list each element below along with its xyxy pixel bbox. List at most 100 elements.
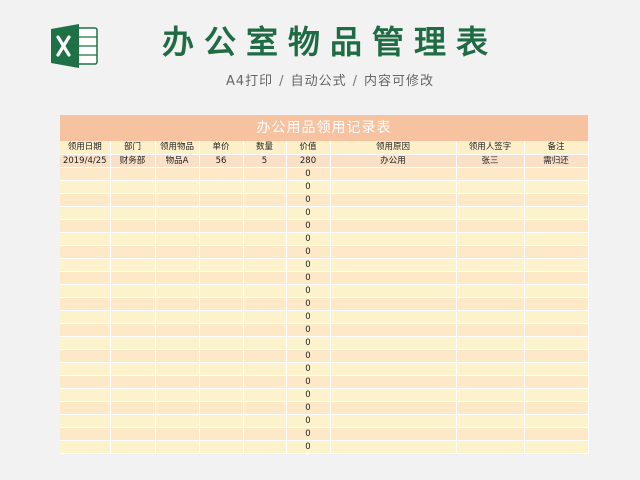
table-cell[interactable] [199, 232, 244, 246]
table-cell[interactable] [456, 310, 525, 324]
table-cell[interactable] [155, 297, 200, 311]
table-cell[interactable] [524, 219, 589, 233]
table-cell[interactable] [155, 388, 200, 402]
table-cell[interactable] [330, 284, 457, 298]
table-cell[interactable] [330, 336, 457, 350]
column-header[interactable]: 领用原因 [330, 141, 457, 155]
table-cell[interactable] [456, 297, 525, 311]
table-cell[interactable] [199, 427, 244, 441]
table-cell[interactable] [110, 232, 156, 246]
table-cell[interactable] [456, 180, 525, 194]
table-cell[interactable] [456, 427, 525, 441]
table-cell[interactable] [456, 193, 525, 207]
table-cell[interactable] [60, 362, 111, 376]
table-cell[interactable] [330, 297, 457, 311]
table-cell[interactable] [60, 297, 111, 311]
table-cell[interactable] [330, 349, 457, 363]
table-cell[interactable] [60, 349, 111, 363]
table-cell[interactable]: 0 [286, 336, 331, 350]
table-cell[interactable] [155, 427, 200, 441]
table-cell[interactable] [524, 323, 589, 337]
column-header[interactable]: 数量 [243, 141, 287, 155]
table-cell[interactable] [110, 310, 156, 324]
table-cell[interactable]: 0 [286, 388, 331, 402]
table-cell[interactable] [60, 167, 111, 181]
table-cell[interactable] [199, 388, 244, 402]
table-cell[interactable]: 0 [286, 245, 331, 259]
table-cell[interactable]: 0 [286, 349, 331, 363]
table-cell[interactable] [199, 349, 244, 363]
table-cell[interactable] [243, 440, 287, 454]
table-cell[interactable] [243, 180, 287, 194]
table-cell[interactable] [524, 427, 589, 441]
table-cell[interactable] [456, 388, 525, 402]
table-cell[interactable] [199, 440, 244, 454]
table-cell[interactable] [199, 414, 244, 428]
table-cell[interactable] [456, 167, 525, 181]
table-cell[interactable] [110, 284, 156, 298]
column-header[interactable]: 价值 [286, 141, 331, 155]
table-cell[interactable] [60, 193, 111, 207]
table-cell[interactable] [456, 349, 525, 363]
column-header[interactable]: 领用日期 [60, 141, 111, 155]
table-cell[interactable] [456, 206, 525, 220]
table-cell[interactable] [155, 375, 200, 389]
table-cell[interactable] [155, 258, 200, 272]
table-cell[interactable] [330, 375, 457, 389]
table-cell[interactable] [199, 219, 244, 233]
table-cell[interactable] [60, 258, 111, 272]
table-cell[interactable] [60, 336, 111, 350]
column-header[interactable]: 备注 [524, 141, 589, 155]
table-cell[interactable] [524, 310, 589, 324]
table-cell[interactable]: 0 [286, 219, 331, 233]
table-cell[interactable]: 物品A [155, 154, 200, 168]
table-cell[interactable] [199, 323, 244, 337]
table-cell[interactable]: 0 [286, 206, 331, 220]
table-cell[interactable] [110, 375, 156, 389]
table-cell[interactable] [330, 271, 457, 285]
table-cell[interactable]: 0 [286, 440, 331, 454]
table-cell[interactable] [155, 414, 200, 428]
table-cell[interactable] [456, 284, 525, 298]
table-cell[interactable]: 56 [199, 154, 244, 168]
table-cell[interactable]: 0 [286, 310, 331, 324]
table-cell[interactable] [243, 323, 287, 337]
table-cell[interactable] [243, 297, 287, 311]
table-cell[interactable] [199, 375, 244, 389]
table-cell[interactable] [199, 180, 244, 194]
table-cell[interactable] [243, 414, 287, 428]
table-cell[interactable]: 0 [286, 414, 331, 428]
table-cell[interactable] [155, 323, 200, 337]
table-cell[interactable] [110, 414, 156, 428]
table-cell[interactable] [524, 440, 589, 454]
table-cell[interactable] [155, 362, 200, 376]
table-cell[interactable] [456, 245, 525, 259]
table-cell[interactable] [243, 193, 287, 207]
table-cell[interactable] [243, 271, 287, 285]
column-header[interactable]: 领用物品 [155, 141, 200, 155]
table-cell[interactable]: 0 [286, 323, 331, 337]
table-cell[interactable] [199, 297, 244, 311]
table-cell[interactable] [110, 271, 156, 285]
table-cell[interactable] [524, 271, 589, 285]
table-cell[interactable] [524, 362, 589, 376]
table-cell[interactable] [110, 401, 156, 415]
table-cell[interactable] [456, 219, 525, 233]
table-cell[interactable] [330, 362, 457, 376]
table-cell[interactable] [199, 258, 244, 272]
table-cell[interactable] [199, 362, 244, 376]
table-cell[interactable] [155, 167, 200, 181]
table-cell[interactable] [330, 258, 457, 272]
table-cell[interactable]: 0 [286, 284, 331, 298]
table-cell[interactable] [524, 193, 589, 207]
table-cell[interactable] [330, 193, 457, 207]
table-cell[interactable] [155, 245, 200, 259]
table-cell[interactable] [60, 245, 111, 259]
table-cell[interactable] [456, 336, 525, 350]
table-cell[interactable] [456, 401, 525, 415]
table-cell[interactable] [243, 401, 287, 415]
table-cell[interactable] [199, 245, 244, 259]
table-cell[interactable] [110, 336, 156, 350]
table-cell[interactable] [524, 206, 589, 220]
table-cell[interactable] [243, 232, 287, 246]
